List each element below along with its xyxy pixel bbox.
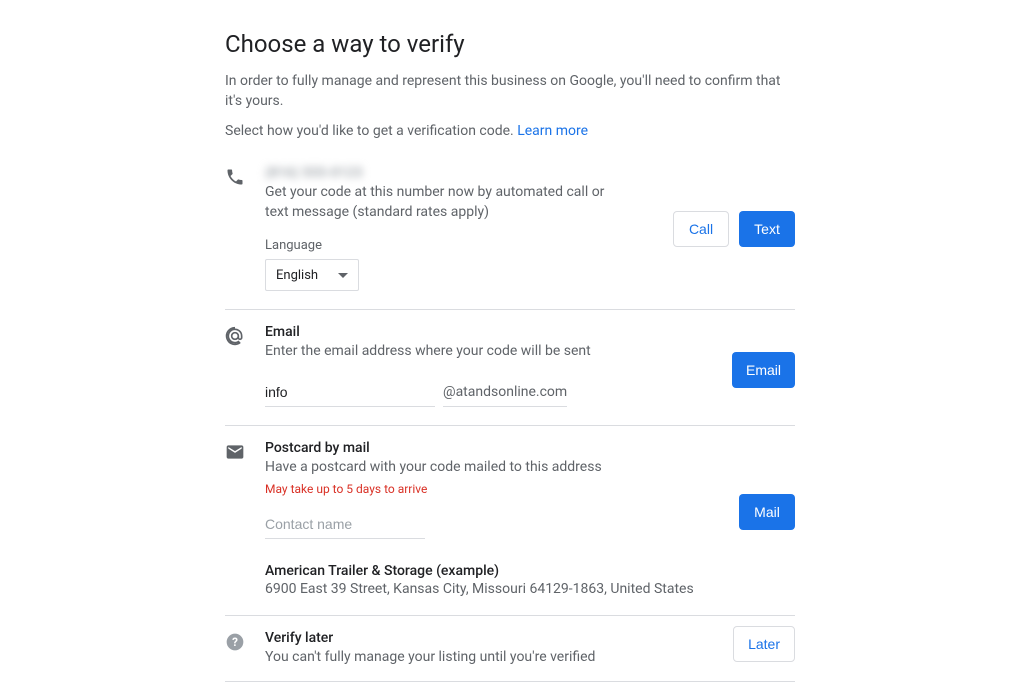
later-title: Verify later <box>265 630 795 646</box>
phone-desc: Get your code at this number now by auto… <box>265 183 625 222</box>
email-button[interactable]: Email <box>732 352 795 388</box>
phone-number-masked: (816) 555-0123 <box>265 165 795 181</box>
phone-section: Call Text (816) 555-0123 Get your code a… <box>225 157 795 309</box>
intro-text-2-prefix: Select how you'd like to get a verificat… <box>225 123 517 139</box>
email-local-input[interactable] <box>265 380 435 407</box>
postcard-desc: Have a postcard with your code mailed to… <box>265 458 625 478</box>
postcard-warning: May take up to 5 days to arrive <box>265 482 795 496</box>
email-domain-label: @atandsonline.com <box>443 380 567 407</box>
contact-name-input[interactable] <box>265 512 425 539</box>
language-select[interactable]: English <box>265 259 359 291</box>
mail-button[interactable]: Mail <box>739 494 795 530</box>
later-button[interactable]: Later <box>733 626 795 662</box>
postcard-title: Postcard by mail <box>265 440 795 456</box>
intro-text-1: In order to fully manage and represent t… <box>225 72 795 111</box>
intro-text-2: Select how you'd like to get a verificat… <box>225 123 795 139</box>
learn-more-link[interactable]: Learn more <box>517 123 588 139</box>
business-name: American Trailer & Storage (example) <box>265 563 795 579</box>
chevron-down-icon <box>338 273 348 278</box>
language-value: English <box>276 268 318 283</box>
phone-icon <box>225 167 245 187</box>
email-title: Email <box>265 324 795 340</box>
business-address: 6900 East 39 Street, Kansas City, Missou… <box>265 581 795 597</box>
mail-icon <box>225 442 245 462</box>
later-section: Later ? Verify later You can't fully man… <box>225 615 795 682</box>
at-sign-icon <box>225 326 245 346</box>
email-section: Email Email Enter the email address wher… <box>225 309 795 425</box>
svg-text:?: ? <box>232 635 238 649</box>
help-icon: ? <box>225 632 245 652</box>
email-desc: Enter the email address where your code … <box>265 342 625 362</box>
postcard-section: Mail Postcard by mail Have a postcard wi… <box>225 425 795 615</box>
call-button[interactable]: Call <box>673 211 729 247</box>
later-desc: You can't fully manage your listing unti… <box>265 648 795 668</box>
page-title: Choose a way to verify <box>225 30 795 58</box>
text-button[interactable]: Text <box>739 211 795 247</box>
